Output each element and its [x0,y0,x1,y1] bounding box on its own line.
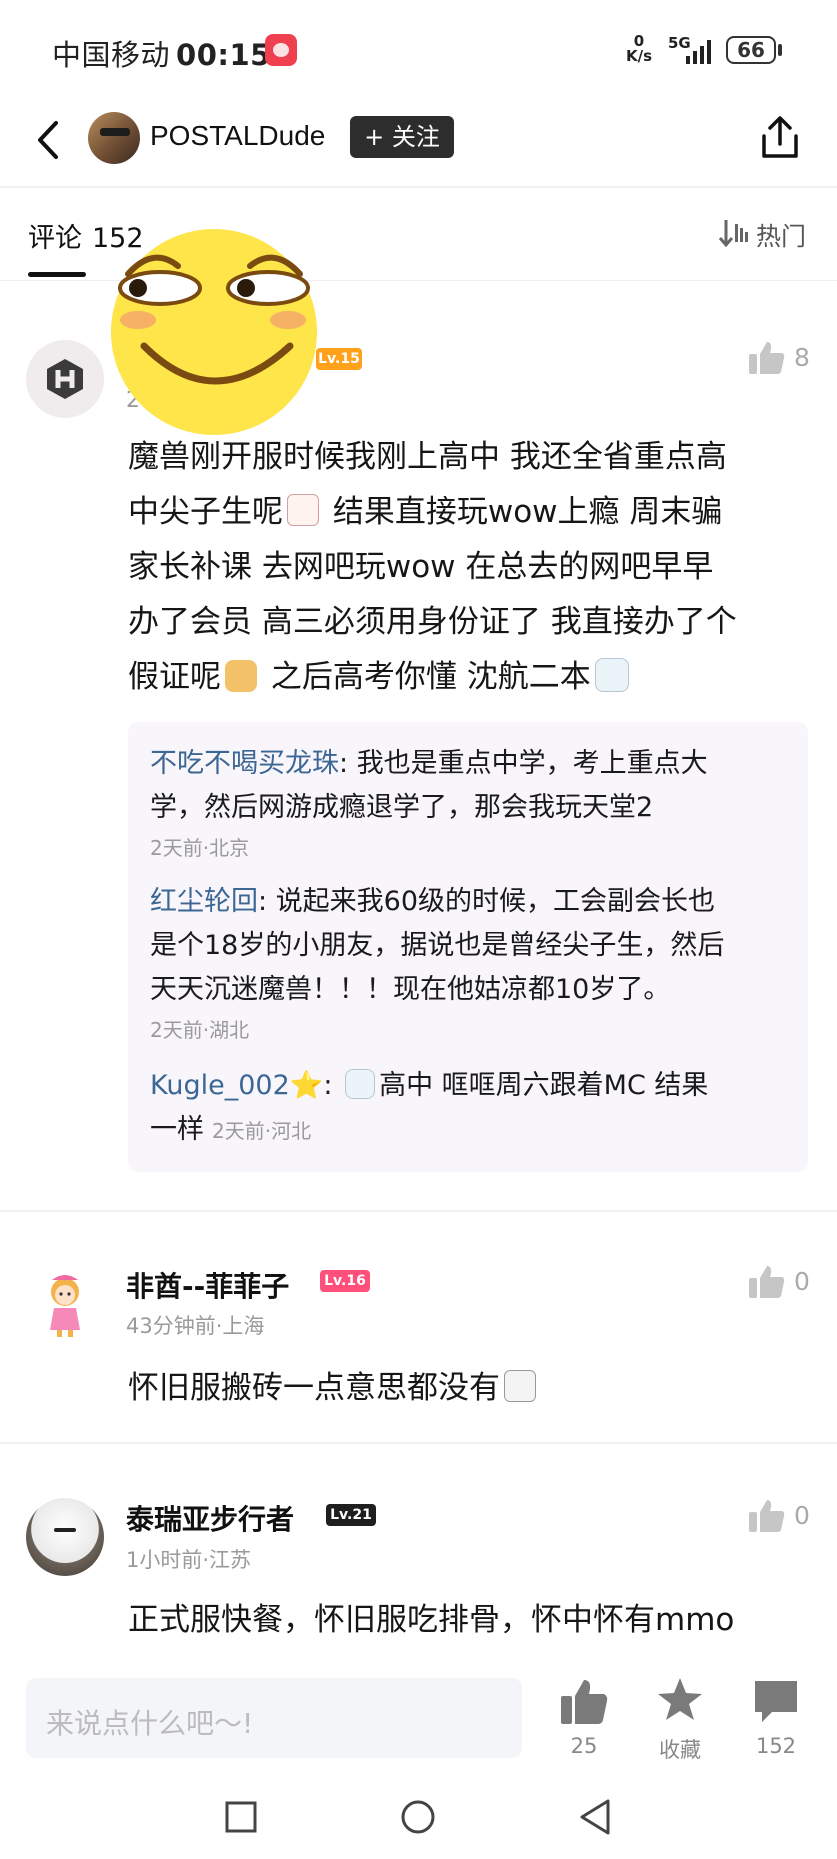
comment-line-2: 中尖子生呢 结果直接玩wow上瘾 周末骗 [128,485,808,540]
baymax-avatar[interactable] [26,1498,104,1576]
author-avatar[interactable] [88,112,140,164]
reply-meta: 2天前·河北 [212,1119,312,1143]
header-divider [0,186,837,188]
like-count: 0 [794,1267,810,1296]
grin-emoji-icon [287,494,319,526]
net-speed-unit: K/s [626,47,653,65]
comment-line: 魔兽刚开服时候我刚上高中 我还全省重点高 [128,439,727,475]
star-icon: ⭐ [289,1070,324,1101]
reply-item[interactable]: Kugle_002⭐: 高中 哐哐周六跟着MC 结果 一样 2天前·河北 [150,1064,790,1153]
reply-author[interactable]: Kugle_002 [150,1070,290,1101]
like-thumb-icon[interactable] [560,1678,608,1726]
sort-icon[interactable] [718,218,750,248]
meh-emoji-icon [504,1370,536,1402]
commenter-avatar[interactable] [26,340,104,418]
reply-text: 说起来我60级的时候，工会副会长也 [275,886,716,917]
back-arrow-icon[interactable] [30,115,70,165]
comment-line: 之后高考你懂 沈航二本 [261,659,591,695]
battery-tip [778,44,782,56]
home-icon[interactable] [399,1798,437,1836]
comment-line: 假证呢 [128,659,221,695]
recent-apps-icon[interactable] [224,1800,258,1834]
comment-bubble-icon[interactable] [752,1678,800,1726]
girl-avatar[interactable] [40,1272,90,1338]
author-name[interactable]: POSTALDude [150,120,325,152]
share-icon[interactable] [758,114,802,162]
comment-input-placeholder: 来说点什么吧～! [46,1707,254,1740]
clock: 00:15 [176,38,271,72]
reply-meta: 2天前·湖北 [150,1018,250,1042]
comment-text: 怀旧服搬砖一点意思都没有 [128,1370,500,1406]
battery-icon: 66 [726,36,776,64]
hexagon-logo-icon [47,359,83,399]
reply-text: 一样 [150,1114,204,1145]
cat-emoji-icon [225,660,257,692]
reply-author[interactable]: 红尘轮回 [150,886,258,917]
commenter-name[interactable]: 泰瑞亚步行者 [126,1498,294,1538]
reply-text: 高中 哐哐周六跟着MC 结果 [379,1070,709,1101]
comment-line: 中尖子生呢 [128,494,283,530]
comment-body: 魔兽刚开服时候我刚上高中 我还全省重点高 中尖子生呢 结果直接玩wow上瘾 周末… [128,430,808,705]
comment-line: 家长补课 去网吧玩wow 在总去的网吧早早 [128,549,714,585]
star-favorite-icon[interactable] [656,1676,704,1724]
battery-level: 66 [737,38,765,62]
like-thumb-icon[interactable] [748,340,786,376]
post-like-count: 25 [570,1734,598,1758]
comment-body: 怀旧服搬砖一点意思都没有 [128,1362,540,1407]
level-badge: Lv.15 [316,348,362,370]
like-thumb-icon[interactable] [748,1264,786,1300]
reply-item[interactable]: 红尘轮回: 说起来我60级的时候，工会副会长也 是个18岁的小朋友，据说也是曾经… [150,880,790,1012]
smirk-emoji-sticker [111,229,317,435]
comment-line-6: 假证呢 之后高考你懂 沈航二本 [128,650,808,705]
reply-text: 学，然后网游成瘾退学了，那会我玩天堂2 [150,792,654,823]
level-badge: Lv.21 [326,1504,376,1526]
reply-meta: 2天前·北京 [150,836,250,860]
reply-item[interactable]: 不吃不喝买龙珠: 我也是重点中学，考上重点大 学，然后网游成瘾退学了，那会我玩天… [150,742,790,830]
signal-icon [686,38,716,64]
tab-underline [28,272,86,277]
reply-text: 天天沉迷魔兽！！！现在他姑凉都10岁了。 [150,974,671,1005]
tab-comments-label: 评论 [28,223,82,254]
carrier-label: 中国移动 [52,38,171,72]
comment-text: 正式服快餐，怀旧服吃排骨，怀中怀有mmo [128,1602,735,1638]
carrier-time: 中国移动 00:15 [52,32,271,74]
reply-text: 是个18岁的小朋友，据说也是曾经尖子生，然后 [150,930,725,961]
follow-button[interactable]: + 关注 [350,116,454,158]
cry-emoji-icon [345,1069,376,1099]
sort-hot-button[interactable]: 热门 [756,217,806,253]
like-count: 0 [794,1501,810,1530]
system-nav-bar [0,1780,837,1859]
like-thumb-icon[interactable] [748,1498,786,1534]
comment-divider [0,1442,837,1444]
favorite-label: 收藏 [659,1738,701,1762]
comment-line: 结果直接玩wow上瘾 周末骗 [323,494,723,530]
post-comment-count: 152 [755,1734,797,1758]
net-speed: 0 K/s [626,34,652,64]
comment-divider [0,1210,837,1212]
reply-author[interactable]: 不吃不喝买龙珠 [150,748,339,779]
comment-meta: 43分钟前·上海 [126,1314,265,1338]
comment-line: 办了会员 高三必须用身份证了 我直接办了个 [128,604,737,640]
replies-panel[interactable]: 不吃不喝买龙珠: 我也是重点中学，考上重点大 学，然后网游成瘾退学了，那会我玩天… [128,722,808,1172]
comment-meta: 1小时前·江苏 [126,1548,252,1572]
level-badge: Lv.16 [320,1270,370,1292]
status-bar: 中国移动 00:15 0 K/s 5G 66 [0,0,837,100]
like-count: 8 [794,343,810,372]
reply-text: 我也是重点中学，考上重点大 [356,748,708,779]
cry-emoji-icon [594,658,629,692]
back-nav-icon[interactable] [578,1798,612,1836]
commenter-name[interactable]: 非酋--菲菲子 [126,1265,289,1305]
notification-app-icon [265,34,297,66]
